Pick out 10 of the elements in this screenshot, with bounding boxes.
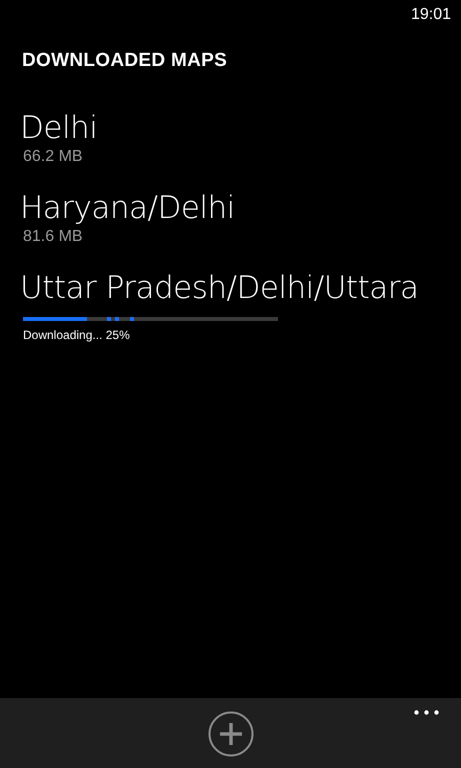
add-icon[interactable]: [208, 711, 254, 757]
page-title: DOWNLOADED MAPS: [22, 50, 228, 72]
map-name[interactable]: Haryana/Delhi: [20, 188, 461, 228]
map-name[interactable]: Delhi: [20, 108, 461, 148]
more-icon[interactable]: [414, 710, 439, 715]
map-name[interactable]: Uttar Pradesh/Delhi/Uttara: [20, 268, 461, 308]
map-size: 81.6 MB: [23, 228, 84, 246]
download-status: Downloading... 25%: [23, 328, 131, 342]
map-size: 66.2 MB: [23, 148, 84, 166]
status-time: 19:01: [410, 6, 451, 25]
